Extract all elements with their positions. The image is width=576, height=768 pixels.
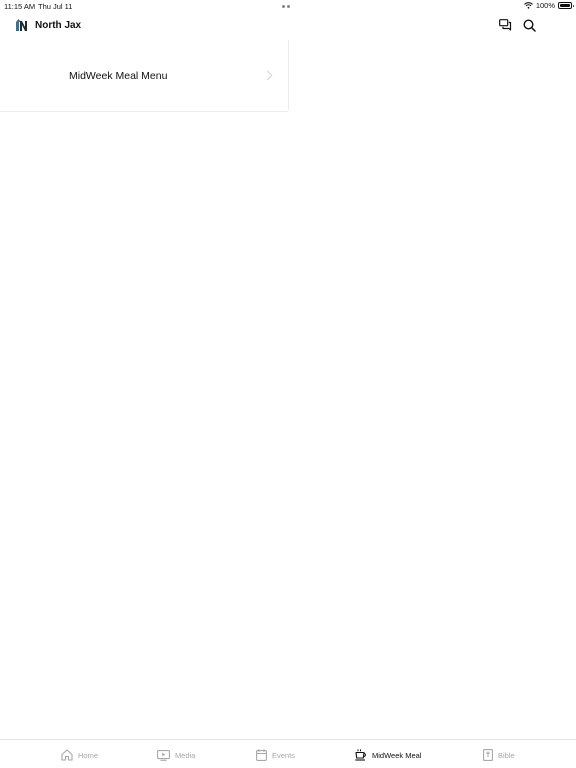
tab-bar: Home Media Events MidWeek Meal Bible [0,739,576,768]
tab-bible[interactable]: Bible [483,747,515,763]
tab-events[interactable]: Events [256,747,295,763]
tab-midweek-meal[interactable]: MidWeek Meal [355,747,421,763]
search-icon [522,18,536,32]
multitasking-indicator[interactable] [282,5,290,8]
tab-label: Media [175,750,196,760]
status-right: 100% [523,1,574,10]
status-time: 11:15 AM [4,2,36,11]
tab-label: MidWeek Meal [372,750,422,760]
home-icon [61,749,73,761]
side-menu: MidWeek Meal Menu [0,40,289,112]
status-date: Thu Jul 11 [38,2,73,11]
tv-icon [157,749,170,761]
tab-label: Events [272,750,295,760]
bible-icon [483,749,493,761]
tab-home[interactable]: Home [61,747,98,763]
menu-item-label: MidWeek Meal Menu [69,70,168,82]
wifi-icon [523,2,533,9]
status-bar: 11:15 AM Thu Jul 11 100% [0,0,576,12]
battery-icon [558,2,574,9]
north-jax-logo[interactable] [14,18,28,32]
chevron-right-icon [266,70,273,81]
tab-label: Bible [498,750,515,760]
app-title: North Jax [35,20,82,31]
coffee-icon [355,749,366,761]
tab-label: Home [78,750,99,760]
chat-icon [498,19,511,31]
tab-media[interactable]: Media [157,747,195,763]
chat-button[interactable] [497,17,513,33]
battery-percent: 100% [535,1,555,10]
app-screen: 11:15 AM Thu Jul 11 100% North Jax MidWe… [0,0,576,768]
search-button[interactable] [521,17,537,33]
nav-header: North Jax [0,12,576,40]
calendar-icon [256,749,267,761]
menu-item-midweek-meal-menu[interactable]: MidWeek Meal Menu [0,40,288,111]
